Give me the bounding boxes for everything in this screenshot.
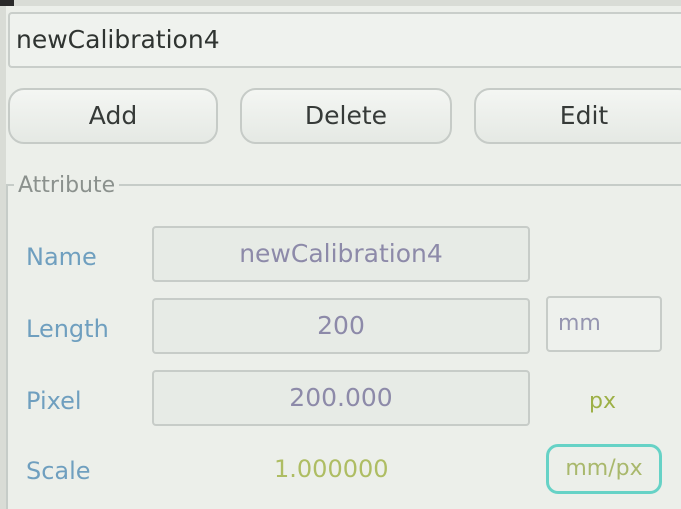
calibration-name-header[interactable]: newCalibration4 (8, 12, 681, 68)
scale-unit-button[interactable]: mm/px (546, 444, 662, 494)
pixel-unit: px (589, 389, 616, 414)
attribute-group-title: Attribute (14, 171, 120, 201)
length-unit-selector[interactable]: mm (546, 296, 662, 352)
attribute-group-border-left (6, 184, 8, 509)
name-label: Name (26, 243, 97, 271)
edit-button[interactable]: Edit (474, 88, 681, 144)
scale-label: Scale (26, 457, 91, 485)
delete-button[interactable]: Delete (240, 88, 452, 144)
pixel-field[interactable]: 200.000 (152, 370, 530, 426)
name-field[interactable]: newCalibration4 (152, 226, 530, 282)
calibration-panel: newCalibration4 Add Delete Edit Attribut… (6, 6, 681, 509)
scale-value: 1.000000 (274, 455, 389, 483)
pixel-label: Pixel (26, 387, 82, 415)
length-label: Length (26, 315, 109, 343)
length-field[interactable]: 200 (152, 298, 530, 354)
add-button[interactable]: Add (8, 88, 218, 144)
